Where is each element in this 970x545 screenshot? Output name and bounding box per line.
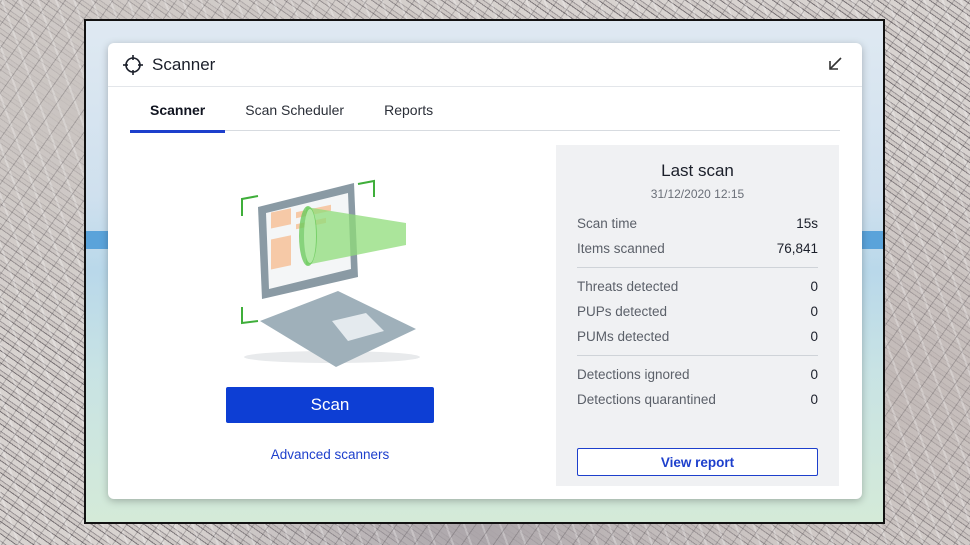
stat-value: 0	[810, 367, 818, 382]
view-report-button[interactable]: View report	[577, 448, 818, 476]
tab-bar: Scanner Scan Scheduler Reports	[130, 98, 840, 133]
detections-group: Threats detected 0 PUPs detected 0 PUMs …	[577, 267, 818, 355]
scan-summary-group: Scan time 15s Items scanned 76,841	[577, 211, 818, 267]
stat-label: PUMs detected	[577, 329, 670, 344]
tab-scan-scheduler[interactable]: Scan Scheduler	[225, 98, 364, 131]
stat-row-pums: PUMs detected 0	[577, 324, 818, 349]
stat-value: 0	[810, 279, 818, 294]
tab-scanner[interactable]: Scanner	[130, 98, 226, 133]
tab-reports[interactable]: Reports	[364, 98, 453, 131]
stat-label: PUPs detected	[577, 304, 668, 319]
last-scan-title: Last scan	[661, 161, 734, 180]
title-bar: Scanner	[108, 43, 862, 87]
crosshair-icon	[122, 54, 144, 76]
stat-value: 0	[810, 304, 818, 319]
last-scan-panel: Last scan 31/12/2020 12:15 Scan time 15s…	[556, 145, 839, 486]
last-scan-date: 31/12/2020 12:15	[650, 187, 745, 201]
stat-value: 0	[810, 392, 818, 407]
stat-row-scan-time: Scan time 15s	[577, 211, 818, 236]
stat-label: Scan time	[577, 216, 638, 231]
window-title: Scanner	[152, 54, 216, 74]
stat-row-pups: PUPs detected 0	[577, 299, 818, 324]
stat-value: 15s	[796, 216, 818, 231]
advanced-scanners-link[interactable]: Advanced scanners	[226, 447, 434, 462]
actions-group: Detections ignored 0 Detections quaranti…	[577, 355, 818, 418]
scanner-window: Scanner Scanner Scan Scheduler Reports S…	[108, 43, 862, 499]
stat-row-items-scanned: Items scanned 76,841	[577, 236, 818, 261]
laptop-scan-illustration	[236, 165, 436, 370]
stat-label: Threats detected	[577, 279, 679, 294]
scan-button[interactable]: Scan	[226, 387, 434, 423]
stat-value: 76,841	[776, 241, 818, 256]
stat-row-threats: Threats detected 0	[577, 274, 818, 299]
screen-frame: Scanner Scanner Scan Scheduler Reports S…	[84, 19, 885, 524]
stat-value: 0	[810, 329, 818, 344]
arrow-down-left-icon[interactable]	[826, 55, 844, 73]
stat-label: Detections ignored	[577, 367, 690, 382]
stat-label: Detections quarantined	[577, 392, 716, 407]
stat-row-quarantined: Detections quarantined 0	[577, 387, 818, 412]
stat-label: Items scanned	[577, 241, 665, 256]
stat-row-ignored: Detections ignored 0	[577, 362, 818, 387]
